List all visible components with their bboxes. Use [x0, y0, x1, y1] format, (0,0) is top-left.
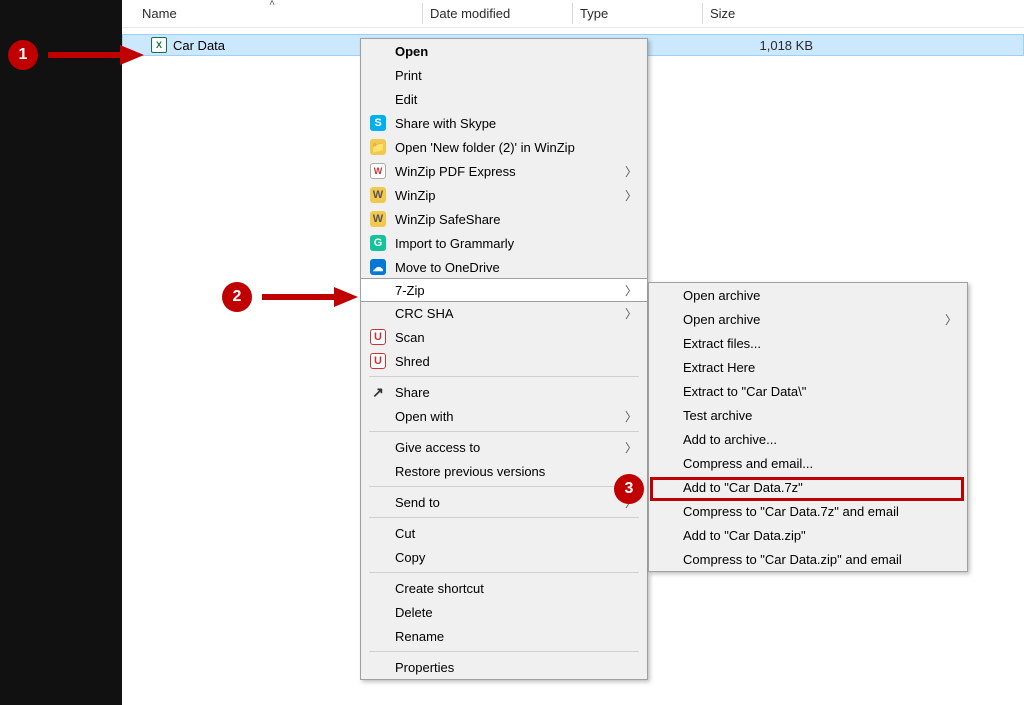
submenu-add-to-archive[interactable]: Add to archive... [649, 427, 967, 451]
menu-open-with[interactable]: Open with〉 [361, 404, 647, 428]
submenu-open-archive-1[interactable]: Open archive [649, 283, 967, 307]
submenu-extract-here[interactable]: Extract Here [649, 355, 967, 379]
menu-move-onedrive[interactable]: ☁Move to OneDrive [361, 255, 647, 279]
column-type[interactable]: Type [572, 0, 702, 27]
submenu-add-to-zip[interactable]: Add to "Car Data.zip" [649, 523, 967, 547]
winzip-folder-icon: 📁 [370, 139, 386, 155]
menu-cut[interactable]: Cut [361, 521, 647, 545]
menu-rename[interactable]: Rename [361, 624, 647, 648]
mcafee-shred-icon: U [370, 353, 386, 369]
mcafee-scan-icon: U [370, 329, 386, 345]
menu-open[interactable]: Open [361, 39, 647, 63]
annotation-badge-1: 1 [8, 40, 38, 70]
menu-shred[interactable]: UShred [361, 349, 647, 373]
winzip-pdf-icon: W [370, 163, 386, 179]
separator [369, 486, 639, 487]
menu-scan[interactable]: UScan [361, 325, 647, 349]
submenu-extract-files[interactable]: Extract files... [649, 331, 967, 355]
menu-edit[interactable]: Edit [361, 87, 647, 111]
chevron-right-icon: 〉 [625, 408, 637, 425]
chevron-right-icon: 〉 [625, 163, 637, 180]
context-menu-7zip: Open archive Open archive〉 Extract files… [648, 282, 968, 572]
chevron-right-icon: 〉 [625, 282, 637, 299]
separator [369, 376, 639, 377]
menu-winzip-pdf-express[interactable]: WWinZip PDF Express〉 [361, 159, 647, 183]
column-name[interactable]: Name ˄ [122, 0, 422, 27]
separator [369, 431, 639, 432]
submenu-open-archive-2[interactable]: Open archive〉 [649, 307, 967, 331]
file-size-cell: 1,018 KB [701, 35, 821, 55]
menu-copy[interactable]: Copy [361, 545, 647, 569]
column-headers: Name ˄ Date modified Type Size [122, 0, 1024, 28]
chevron-right-icon: 〉 [625, 187, 637, 204]
menu-crc-sha[interactable]: CRC SHA〉 [361, 301, 647, 325]
column-size-label: Size [710, 6, 735, 21]
file-name-label: Car Data [173, 38, 225, 53]
skype-icon: S [370, 115, 386, 131]
submenu-test-archive[interactable]: Test archive [649, 403, 967, 427]
annotation-callout-1: 1 [8, 40, 144, 70]
annotation-callout-2: 2 [222, 282, 358, 312]
grammarly-icon: G [370, 235, 386, 251]
menu-print[interactable]: Print [361, 63, 647, 87]
menu-share[interactable]: ↗Share [361, 380, 647, 404]
arrow-right-icon [258, 285, 358, 309]
menu-give-access-to[interactable]: Give access to〉 [361, 435, 647, 459]
column-date-label: Date modified [430, 6, 510, 21]
menu-share-skype[interactable]: SShare with Skype [361, 111, 647, 135]
arrow-right-icon [44, 43, 144, 67]
column-date-modified[interactable]: Date modified [422, 0, 572, 27]
menu-restore-previous-versions[interactable]: Restore previous versions [361, 459, 647, 483]
menu-winzip-safeshare[interactable]: WWinZip SafeShare [361, 207, 647, 231]
annotation-callout-3: 3 [614, 474, 644, 504]
menu-open-winzip-folder[interactable]: 📁Open 'New folder (2)' in WinZip [361, 135, 647, 159]
separator [369, 651, 639, 652]
submenu-extract-to[interactable]: Extract to "Car Data\" [649, 379, 967, 403]
chevron-right-icon: 〉 [625, 305, 637, 322]
annotation-badge-2: 2 [222, 282, 252, 312]
submenu-compress-and-email[interactable]: Compress and email... [649, 451, 967, 475]
chevron-right-icon: 〉 [945, 311, 957, 328]
excel-file-icon: X [151, 37, 167, 53]
separator [369, 517, 639, 518]
annotation-badge-3: 3 [614, 474, 644, 504]
menu-import-grammarly[interactable]: GImport to Grammarly [361, 231, 647, 255]
share-icon: ↗ [370, 384, 386, 400]
column-size[interactable]: Size [702, 0, 822, 27]
sort-ascending-icon: ˄ [269, 0, 275, 9]
column-name-label: Name [142, 6, 177, 21]
winzip-safeshare-icon: W [370, 211, 386, 227]
menu-properties[interactable]: Properties [361, 655, 647, 679]
left-dark-panel [0, 0, 122, 705]
menu-delete[interactable]: Delete [361, 600, 647, 624]
submenu-add-to-7z[interactable]: Add to "Car Data.7z" [649, 475, 967, 499]
column-type-label: Type [580, 6, 608, 21]
submenu-compress-zip-email[interactable]: Compress to "Car Data.zip" and email [649, 547, 967, 571]
menu-winzip[interactable]: WWinZip〉 [361, 183, 647, 207]
menu-7zip[interactable]: 7-Zip〉 [360, 278, 648, 302]
onedrive-icon: ☁ [370, 259, 386, 275]
context-menu-main: Open Print Edit SShare with Skype 📁Open … [360, 38, 648, 680]
winzip-icon: W [370, 187, 386, 203]
submenu-compress-7z-email[interactable]: Compress to "Car Data.7z" and email [649, 499, 967, 523]
separator [369, 572, 639, 573]
menu-create-shortcut[interactable]: Create shortcut [361, 576, 647, 600]
chevron-right-icon: 〉 [625, 439, 637, 456]
menu-send-to[interactable]: Send to〉 [361, 490, 647, 514]
